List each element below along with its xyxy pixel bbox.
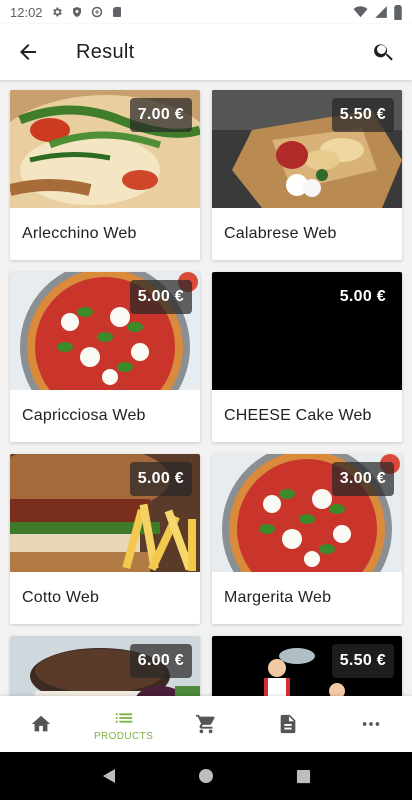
product-card[interactable]: 7.00 € Arlecchino Web [10,90,200,260]
product-name: CHEESE Cake Web [224,407,372,424]
battery-icon [394,4,402,20]
product-card[interactable]: 5.00 € Cotto Web [10,454,200,624]
price-badge: 7.00 € [129,98,192,132]
status-time: 12:02 [10,4,43,20]
product-name: Margerita Web [224,589,332,606]
arrow-back-icon [20,44,36,60]
system-home-icon[interactable] [198,768,214,784]
sd-card-icon [112,7,121,17]
price-badge: 5.00 € [129,462,192,496]
system-recents-icon[interactable] [296,769,311,784]
system-back-icon[interactable] [101,768,117,784]
product-image: 3.00 € [212,454,402,572]
page-title: Result [76,40,135,63]
data-saver-icon [91,6,102,18]
product-image: 7.00 € [10,90,200,208]
product-card[interactable]: 5.50 € [212,636,402,696]
more-icon [362,722,380,726]
nav-products[interactable]: PRODUCTS [82,696,164,752]
document-icon [281,714,296,734]
product-name: Cotto Web [22,589,100,606]
price-badge: 3.00 € [331,462,394,496]
product-name: Calabrese Web [224,225,337,242]
product-image: 5.00 € [10,454,200,572]
list-icon [115,712,132,723]
product-image: 5.00 € [10,272,200,390]
search-icon [374,44,393,61]
price-badge: 5.00 € [129,280,192,314]
product-grid: 7.00 € Arlecchino Web 5.50 € Calabrese W… [0,80,412,696]
price-badge: 5.00 € [339,288,386,305]
nav-more[interactable] [330,696,412,752]
signal-icon [375,6,387,18]
product-image: 5.00 € [212,272,402,390]
product-card[interactable]: 5.50 € Calabrese Web [212,90,402,260]
app-bar: Result [0,24,412,80]
wifi-icon [353,6,368,18]
bottom-navigation: PRODUCTS [0,696,412,752]
price-badge: 5.50 € [331,98,394,132]
price-badge: 6.00 € [129,644,192,678]
nav-cart[interactable] [165,696,247,752]
product-name: Arlecchino Web [22,225,137,242]
product-image: 5.50 € [212,90,402,208]
product-card[interactable]: 5.00 € CHEESE Cake Web [212,272,402,442]
product-card[interactable]: 6.00 € [10,636,200,696]
nav-products-label: PRODUCTS [93,730,154,742]
home-icon [32,715,51,732]
product-card[interactable]: 5.00 € Capricciosa Web [10,272,200,442]
price-badge: 5.50 € [331,644,394,678]
back-button[interactable] [0,24,56,80]
system-navigation-bar [0,752,412,800]
search-button[interactable] [356,24,412,80]
nav-home[interactable] [0,696,82,752]
cart-icon [195,714,215,734]
status-bar: 12:02 [0,0,412,24]
shield-icon [72,7,81,17]
product-image: 5.50 € [212,636,402,696]
product-image: 6.00 € [10,636,200,696]
product-name: Capricciosa Web [22,407,146,424]
nav-orders[interactable] [247,696,329,752]
product-card[interactable]: 3.00 € Margerita Web [212,454,402,624]
settings-icon [52,7,62,17]
